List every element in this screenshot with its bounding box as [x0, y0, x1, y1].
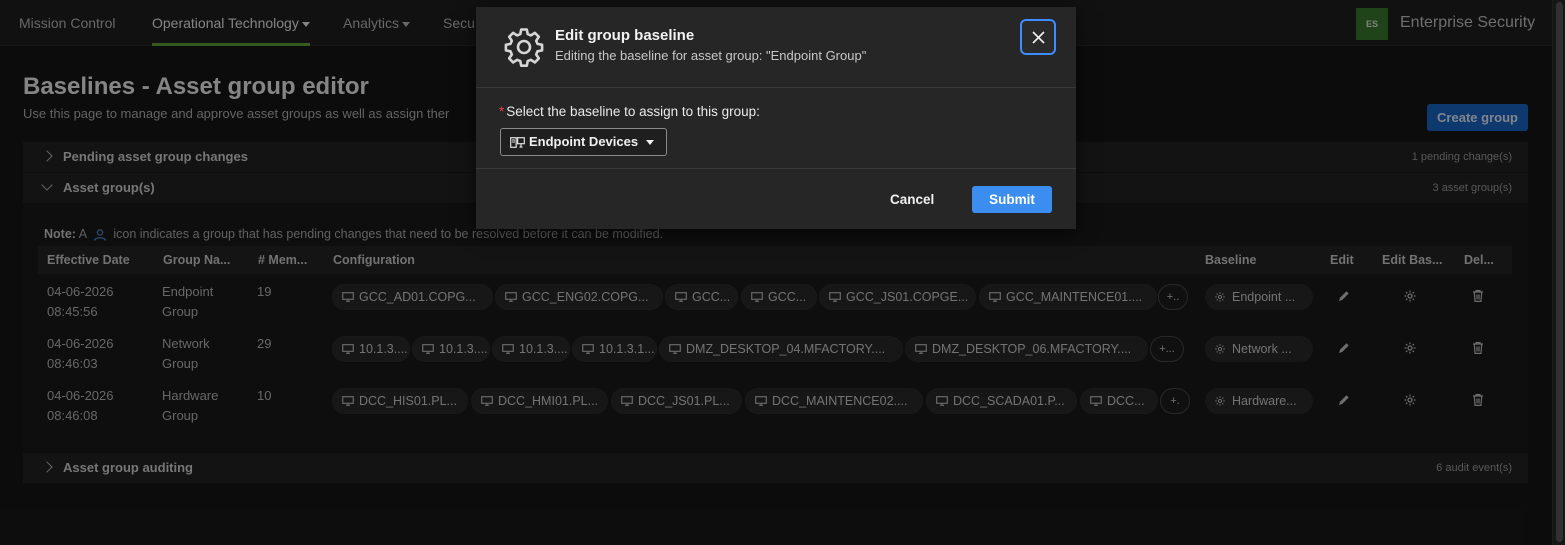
- dialog-subtitle: Editing the baseline for asset group: "E…: [555, 48, 867, 63]
- baseline-select[interactable]: Endpoint Devices: [500, 128, 667, 156]
- selected-baseline: Endpoint Devices: [529, 134, 639, 149]
- required-marker: *: [499, 104, 505, 119]
- chevron-down-icon: [646, 140, 654, 145]
- baseline-field-label: * Select the baseline to assign to this g…: [499, 104, 760, 119]
- field-label-text: Select the baseline to assign to this gr…: [506, 104, 760, 119]
- dialog-title: Edit group baseline: [555, 27, 695, 44]
- edit-group-baseline-dialog: Edit group baseline Editing the baseline…: [476, 7, 1076, 229]
- devices-icon: [510, 137, 525, 148]
- submit-button[interactable]: Submit: [972, 186, 1052, 213]
- close-button[interactable]: [1020, 19, 1056, 55]
- cancel-button[interactable]: Cancel: [890, 186, 934, 213]
- dialog-footer: Cancel Submit: [476, 168, 1076, 229]
- close-icon: [1032, 31, 1045, 44]
- dialog-header: Edit group baseline Editing the baseline…: [476, 7, 1076, 88]
- gear-icon: [504, 28, 544, 67]
